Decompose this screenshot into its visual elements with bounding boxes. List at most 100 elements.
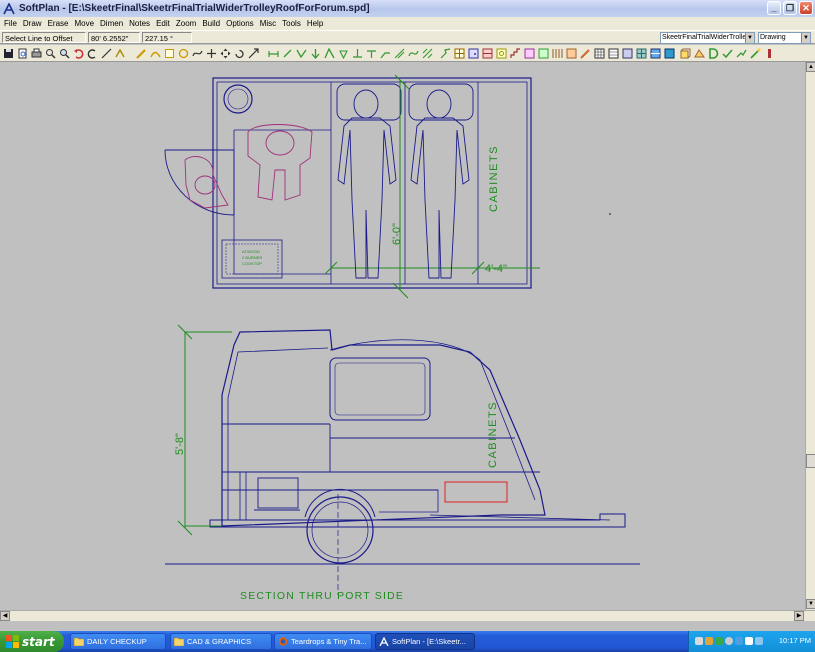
dimension-angle-icon[interactable] [324,48,335,59]
minimize-button[interactable]: _ [767,1,781,15]
note-icon[interactable] [394,48,405,59]
dimension-level-icon[interactable] [338,48,349,59]
wall-tool-icon[interactable] [115,48,126,59]
section-marker-icon[interactable] [366,48,377,59]
perspective-icon[interactable] [694,48,705,59]
print-icon[interactable] [31,48,42,59]
taskbar-item-teardrops[interactable]: Teardrops & Tiny Tra... [274,633,372,650]
plot-line-icon[interactable] [736,48,747,59]
roof-tool-icon[interactable] [524,48,535,59]
chevron-down-icon[interactable]: ▼ [801,33,810,43]
menu-tools[interactable]: Tools [280,19,305,28]
start-label: start [22,634,55,649]
cabinet-tool-icon[interactable] [482,48,493,59]
hatch-icon[interactable] [422,48,433,59]
undo-icon[interactable] [73,48,84,59]
scroll-up-icon[interactable]: ▲ [806,62,815,72]
marker-icon[interactable] [764,48,775,59]
wand-icon[interactable] [750,48,761,59]
print-preview-icon[interactable] [17,48,28,59]
pencil-edit-icon[interactable] [580,48,591,59]
floor-tool-icon[interactable] [566,48,577,59]
menu-move[interactable]: Move [72,19,98,28]
stair-tool-icon[interactable] [510,48,521,59]
stretch-icon[interactable] [248,48,259,59]
grid-icon[interactable] [594,48,605,59]
redo-icon[interactable] [87,48,98,59]
pencil-icon[interactable] [136,48,147,59]
layer-icon[interactable] [622,48,633,59]
person-figure-right [410,89,470,279]
spline-icon[interactable] [408,48,419,59]
render-3d-icon[interactable] [680,48,691,59]
move-icon[interactable] [220,48,231,59]
file-select[interactable]: SkeetrFinalTrialWiderTrolle ▼ [660,32,755,44]
volume-icon[interactable] [745,637,753,645]
room-tool-icon[interactable] [538,48,549,59]
circle-tool-icon[interactable] [178,48,189,59]
mode-select[interactable]: Drawing ▼ [758,32,811,44]
horizontal-scrollbar[interactable]: ◀ ▶ [0,610,815,621]
softplan-app-icon[interactable] [3,2,15,15]
vertical-scrollbar[interactable]: ▲ ▼ [805,62,815,610]
menu-build[interactable]: Build [200,19,224,28]
door-tool-icon[interactable] [468,48,479,59]
menu-file[interactable]: File [2,19,21,28]
curve-tool-icon[interactable] [192,48,203,59]
menu-draw[interactable]: Draw [21,19,46,28]
auto-dimension-icon[interactable] [296,48,307,59]
menu-options[interactable]: Options [224,19,258,28]
menu-dimen[interactable]: Dimen [98,19,127,28]
close-button[interactable]: ✕ [799,1,813,15]
restore-button[interactable]: ❐ [783,1,797,15]
update-icon[interactable] [735,637,743,645]
menu-help[interactable]: Help [305,19,327,28]
taskbar-item-cad-graphics[interactable]: CAD & GRAPHICS [170,633,272,650]
save-icon[interactable] [3,48,14,59]
menu-edit[interactable]: Edit [154,19,174,28]
leader-icon[interactable] [380,48,391,59]
menu-notes[interactable]: Notes [127,19,154,28]
symbol-icon[interactable] [440,48,451,59]
zoom-window-icon[interactable] [59,48,70,59]
scroll-right-icon[interactable]: ▶ [794,611,804,621]
elevation-marker-icon[interactable] [352,48,363,59]
rotate-icon[interactable] [234,48,245,59]
taskbar-item-softplan[interactable]: SoftPlan - [E:\Skeetr... [375,633,475,650]
materials-icon[interactable] [650,48,661,59]
drawing-canvas[interactable]: CABINETS 6'-0" 4'-4" ATWOOD 2 BURNER COO… [0,62,805,610]
check-line-icon[interactable] [722,48,733,59]
menu-erase[interactable]: Erase [46,19,73,28]
arc-tool-icon[interactable] [150,48,161,59]
table-icon[interactable] [608,48,619,59]
dimension-d-icon[interactable] [708,48,719,59]
taskbar-item-daily-checkup[interactable]: DAILY CHECKUP [70,633,166,650]
vertical-scroll-thumb[interactable] [806,454,815,468]
estimate-icon[interactable] [664,48,675,59]
pan-icon[interactable] [206,48,217,59]
printer-icon[interactable] [705,637,713,645]
display-icon[interactable] [755,637,763,645]
window-tool-icon[interactable] [454,48,465,59]
section-height-dimension: 5'-8" [174,433,186,455]
antivirus-icon[interactable] [715,637,723,645]
stove-label-line3: COOKTOP [242,261,262,266]
clock[interactable]: 10:17 PM [779,636,811,645]
menu-misc[interactable]: Misc [258,19,280,28]
dimension-arrow-icon[interactable] [282,48,293,59]
network-icon[interactable] [695,637,703,645]
fixture-tool-icon[interactable] [496,48,507,59]
schedule-icon[interactable] [636,48,647,59]
dimension-icon[interactable] [268,48,279,59]
zoom-icon[interactable] [45,48,56,59]
menu-zoom[interactable]: Zoom [174,19,200,28]
dimension-down-icon[interactable] [310,48,321,59]
framing-tool-icon[interactable] [552,48,563,59]
chevron-down-icon[interactable]: ▼ [745,33,754,43]
rectangle-tool-icon[interactable] [164,48,175,59]
scroll-left-icon[interactable]: ◀ [0,611,10,621]
line-tool-icon[interactable] [101,48,112,59]
clock-app-icon[interactable] [725,637,733,645]
start-button[interactable]: start [0,631,64,652]
scroll-down-icon[interactable]: ▼ [806,599,815,609]
